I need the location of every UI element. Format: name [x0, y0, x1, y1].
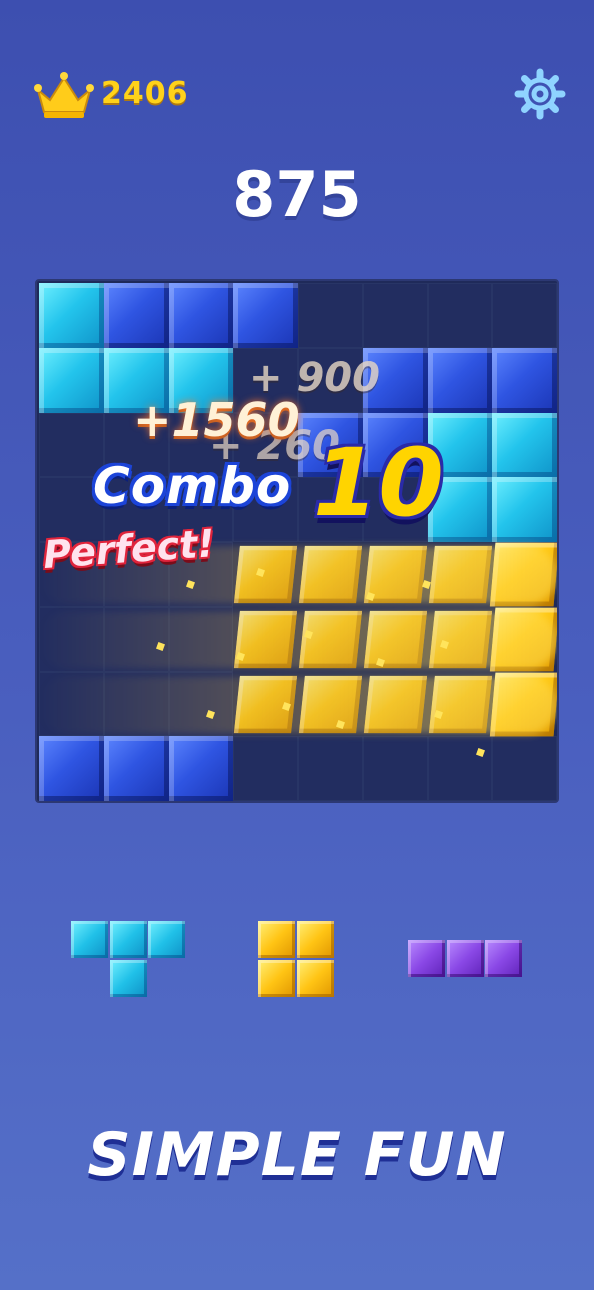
- board-block-blue[interactable]: [168, 736, 234, 801]
- board-block-blue[interactable]: [492, 347, 557, 413]
- board-block-cyan[interactable]: [39, 347, 104, 413]
- board-cell-empty[interactable]: [492, 736, 557, 801]
- clear-streak: [37, 676, 557, 734]
- tagline: SIMPLE FUN: [87, 1120, 507, 1190]
- board-block-blue[interactable]: [233, 283, 298, 348]
- points-popup: +1560: [133, 393, 300, 447]
- piece-block: [258, 921, 295, 958]
- crown-icon: [34, 72, 94, 118]
- board-block-blue[interactable]: [39, 736, 104, 801]
- board-block-blue[interactable]: [103, 736, 169, 801]
- board-cell-empty[interactable]: [427, 283, 493, 348]
- board-block-cyan[interactable]: [39, 283, 104, 348]
- board-cell-empty[interactable]: [233, 736, 298, 801]
- board-block-blue[interactable]: [168, 283, 234, 348]
- gear-icon[interactable]: [514, 68, 566, 120]
- best-score: 2406: [101, 76, 189, 111]
- board-cell-empty[interactable]: [298, 283, 363, 348]
- combo-count: 10: [313, 429, 444, 538]
- board-block-cyan[interactable]: [492, 477, 557, 542]
- board-cell-empty[interactable]: [362, 736, 428, 801]
- piece-block: [485, 940, 522, 977]
- piece-block: [446, 940, 484, 977]
- piece-block: [148, 921, 185, 958]
- game-board[interactable]: + 900 + 260 +1560 Combo 10 Perfect!: [35, 279, 559, 803]
- t-piece[interactable]: [71, 921, 185, 999]
- piece-block: [109, 921, 147, 958]
- piece-block: [258, 959, 295, 997]
- board-block-blue[interactable]: [427, 347, 493, 413]
- piece-block: [296, 921, 334, 958]
- square-piece[interactable]: [258, 921, 336, 999]
- top-bar: 2406: [0, 62, 594, 126]
- piece-block: [109, 959, 147, 997]
- line-piece[interactable]: [408, 940, 524, 980]
- board-cell-empty[interactable]: [427, 736, 493, 801]
- current-score: 875: [232, 158, 362, 231]
- board-cell-empty[interactable]: [298, 736, 363, 801]
- clear-streak: [37, 611, 557, 669]
- board-cell-empty[interactable]: [492, 283, 557, 348]
- piece-block: [71, 921, 108, 958]
- board-cell-empty[interactable]: [362, 283, 428, 348]
- combo-label: Combo: [93, 457, 292, 515]
- piece-block: [408, 940, 445, 977]
- board-block-blue[interactable]: [103, 283, 169, 348]
- piece-block: [296, 959, 334, 997]
- board-block-cyan[interactable]: [492, 412, 557, 478]
